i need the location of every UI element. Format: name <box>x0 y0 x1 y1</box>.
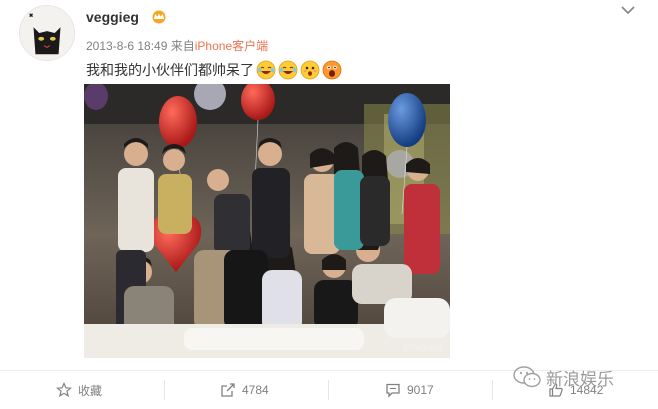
user-avatar[interactable] <box>19 5 75 61</box>
chevron-down-icon[interactable] <box>619 3 637 17</box>
watermark-text: 新浪娱乐 <box>546 369 614 389</box>
sina-entertainment-watermark: 新浪娱乐 <box>512 364 614 390</box>
weibo-post-card: veggieg 2013-8-6 18:49 来自iPhone客户端 我和我的小… <box>0 0 658 409</box>
cat-avatar-icon <box>20 6 74 60</box>
surprised-icon <box>300 60 320 80</box>
source-prefix: 来自 <box>170 39 195 53</box>
laugh-tears-icon <box>278 60 298 80</box>
post-text: 我和我的小伙伴们都帅呆了 <box>86 60 342 80</box>
post-meta: 2013-8-6 18:49 来自iPhone客户端 <box>86 37 268 54</box>
username-link[interactable]: veggieg <box>86 9 139 25</box>
shocked-icon <box>322 60 342 80</box>
share-icon <box>221 383 235 397</box>
photo-watermark: @veggieg <box>402 342 443 352</box>
comment-count: 9017 <box>407 383 434 397</box>
action-separator <box>492 380 493 400</box>
post-photo[interactable]: @veggieg <box>84 84 450 358</box>
post-source-link[interactable]: iPhone客户端 <box>195 39 268 53</box>
laugh-tears-icon <box>256 60 276 80</box>
wechat-logo-icon <box>513 366 541 388</box>
post-timestamp[interactable]: 2013-8-6 18:49 <box>86 39 167 53</box>
action-separator <box>328 380 329 400</box>
star-icon <box>56 382 72 398</box>
repost-button[interactable]: 4784 <box>220 371 269 409</box>
vip-crown-icon[interactable] <box>150 10 168 24</box>
post-text-body: 我和我的小伙伴们都帅呆了 <box>86 62 254 78</box>
comment-icon <box>386 383 400 398</box>
repost-count: 4784 <box>242 383 269 397</box>
action-separator <box>164 380 165 400</box>
comment-button[interactable]: 9017 <box>385 371 434 409</box>
favorite-label: 收藏 <box>78 383 103 398</box>
group-photo-illustration: @veggieg <box>84 84 450 358</box>
favorite-button[interactable]: 收藏 <box>56 371 102 409</box>
